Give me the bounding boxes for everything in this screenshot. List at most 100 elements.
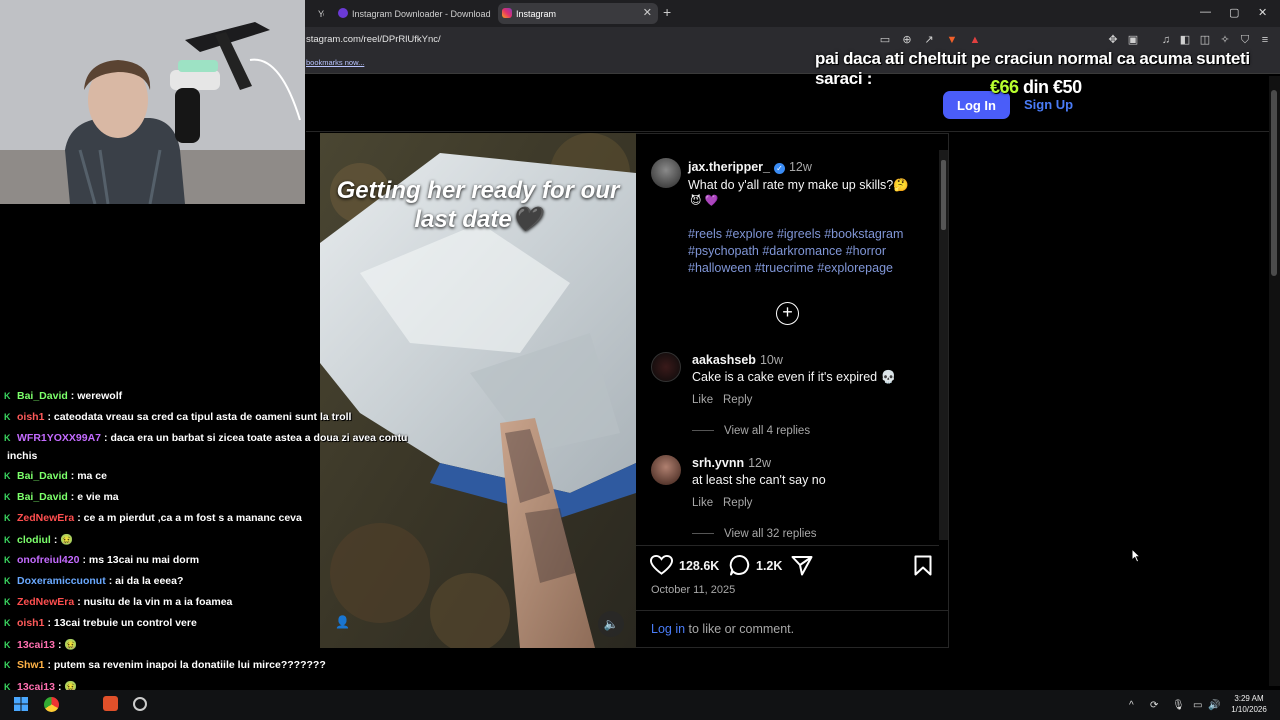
bookmark-icon[interactable] bbox=[914, 555, 932, 582]
comment-time: 12w bbox=[748, 456, 772, 470]
tab-instagram-downloader[interactable]: Instagram Downloader - Download I bbox=[334, 3, 492, 24]
share-icon[interactable]: ↗ bbox=[923, 34, 935, 46]
load-more-icon[interactable]: + bbox=[776, 302, 799, 325]
downloader-favicon-icon bbox=[338, 8, 348, 18]
platform-badge-icon: K bbox=[4, 640, 11, 650]
platform-badge-icon: K bbox=[4, 412, 11, 422]
screen-icon[interactable]: ▭ bbox=[879, 34, 891, 46]
comment-username[interactable]: srh.yvnn bbox=[692, 456, 744, 470]
brave-taskbar-icon[interactable] bbox=[103, 696, 118, 711]
chat-username[interactable]: oish1 bbox=[17, 617, 44, 629]
tray-chevron-icon[interactable]: ^ bbox=[1129, 700, 1134, 711]
ai-icon[interactable]: ✧ bbox=[1219, 34, 1231, 46]
chat-message: Koish1: cateodata vreau sa cred ca tipul… bbox=[4, 411, 351, 423]
comment-icon[interactable] bbox=[729, 554, 751, 582]
video-caption: Getting her ready for our last date🖤 bbox=[336, 177, 620, 233]
chat-username[interactable]: Bai_David bbox=[17, 390, 68, 402]
chat-message: inchis bbox=[4, 450, 37, 462]
chat-text: : 🤢 bbox=[53, 534, 74, 546]
avatar[interactable] bbox=[651, 352, 681, 382]
chrome-icon[interactable] bbox=[44, 697, 59, 712]
post-caption: What do y'all rate my make up skills?🤔 bbox=[688, 178, 909, 192]
extensions-icon[interactable]: ✥ bbox=[1107, 34, 1119, 46]
minimize-icon[interactable]: — bbox=[1200, 6, 1211, 18]
chat-username[interactable]: 13cai13 bbox=[17, 639, 55, 651]
chat-username[interactable]: ZedNewEra bbox=[17, 596, 74, 608]
mute-icon[interactable]: 🔈 bbox=[598, 611, 624, 637]
obs-icon[interactable] bbox=[133, 697, 147, 711]
chat-message: K ZedNewEra: ce a m pierdut ,ca a m fost … bbox=[4, 512, 302, 524]
login-divider bbox=[636, 610, 949, 611]
comment-username[interactable]: aakashseb bbox=[692, 353, 756, 367]
comments-scrollbar-thumb[interactable] bbox=[941, 160, 946, 230]
chat-text: : ce a m pierdut ,ca a m fost s a mananc… bbox=[77, 512, 302, 524]
view-replies-button[interactable]: View all 32 replies bbox=[724, 528, 816, 540]
view-replies-button[interactable]: View all 4 replies bbox=[724, 425, 810, 437]
zoom-icon[interactable]: ⊕ bbox=[901, 34, 913, 46]
chat-message: K Bai_David: werewolf bbox=[4, 390, 122, 402]
chat-message: Konofreiul420: ms 13cai nu mai dorm bbox=[4, 554, 199, 566]
chat-username[interactable]: WFR1YOXX99A7 bbox=[17, 432, 101, 444]
network-icon[interactable]: ▭ bbox=[1193, 700, 1202, 711]
close-tab-icon[interactable]: ✕ bbox=[643, 6, 652, 19]
shield-icon[interactable]: ⛉ bbox=[1239, 34, 1251, 46]
comment-reply-button[interactable]: Reply bbox=[723, 497, 752, 509]
bookmarks-link[interactable]: bookmarks now... bbox=[306, 58, 364, 67]
sidebar-icon[interactable]: ◧ bbox=[1179, 34, 1191, 46]
comment-like-button[interactable]: Like bbox=[692, 497, 713, 509]
chat-username[interactable]: ZedNewEra bbox=[17, 512, 74, 524]
login-link[interactable]: Log in bbox=[651, 622, 685, 636]
post-author[interactable]: jax.theripper_ ✓ 12w bbox=[688, 160, 812, 174]
comment-reply-button[interactable]: Reply bbox=[723, 394, 752, 406]
chat-username[interactable]: Bai_David bbox=[17, 491, 68, 503]
new-tab-icon[interactable]: + bbox=[663, 4, 671, 20]
comment-like-button[interactable]: Like bbox=[692, 394, 713, 406]
url-field[interactable]: stagram.com/reel/DPrRlUfkYnc/ bbox=[306, 34, 441, 45]
chat-text: : ma ce bbox=[70, 470, 107, 482]
sync-icon[interactable]: ⟳ bbox=[1150, 700, 1158, 711]
chat-username[interactable]: Bai_David bbox=[17, 470, 68, 482]
signup-button[interactable]: Sign Up bbox=[1024, 97, 1073, 112]
brave-rewards-icon[interactable]: ▲ bbox=[969, 34, 981, 46]
platform-badge-icon: K bbox=[4, 618, 11, 628]
platform-badge-icon: K bbox=[4, 597, 11, 607]
close-window-icon[interactable]: ✕ bbox=[1258, 6, 1267, 19]
brave-shield-icon[interactable]: ▼ bbox=[946, 34, 958, 46]
heart-icon[interactable] bbox=[649, 554, 674, 582]
webcam-image bbox=[0, 0, 305, 204]
wallet-icon[interactable]: ▣ bbox=[1127, 34, 1139, 46]
chat-text: : 13cai trebuie un control vere bbox=[47, 617, 197, 629]
windows-start-icon[interactable] bbox=[14, 697, 28, 711]
share-post-icon[interactable] bbox=[791, 555, 813, 582]
music-icon[interactable]: ♫ bbox=[1160, 34, 1172, 46]
vpn-icon[interactable]: ◫ bbox=[1199, 34, 1211, 46]
chat-message: Koish1: 13cai trebuie un control vere bbox=[4, 617, 197, 629]
login-prompt: Log in to like or comment. bbox=[651, 622, 794, 636]
post-author-name[interactable]: jax.theripper_ bbox=[688, 160, 770, 174]
platform-badge-icon: K bbox=[4, 471, 11, 481]
chat-text: : ms 13cai nu mai dorm bbox=[82, 554, 200, 566]
taskbar-clock[interactable]: 3:29 AM 1/10/2026 bbox=[1222, 693, 1276, 715]
chat-username[interactable]: Shw1 bbox=[17, 659, 44, 671]
post-caption-emojis: 😈 💜 bbox=[690, 195, 719, 207]
menu-icon[interactable]: ≡ bbox=[1259, 34, 1271, 46]
volume-icon[interactable]: 🔊 bbox=[1208, 700, 1220, 711]
comment-text: at least she can't say no bbox=[692, 473, 826, 487]
chat-text: : 🤢 bbox=[57, 639, 78, 651]
comment-author[interactable]: srh.yvnn 12w bbox=[692, 456, 771, 470]
chat-username[interactable]: clodiul bbox=[17, 534, 51, 546]
avatar[interactable] bbox=[651, 158, 681, 188]
comment-author[interactable]: aakashseb 10w bbox=[692, 353, 783, 367]
post-hashtags[interactable]: #reels #explore #igreels #bookstagram #p… bbox=[688, 226, 928, 277]
header-divider bbox=[306, 131, 1270, 132]
avatar[interactable] bbox=[651, 455, 681, 485]
chat-username[interactable]: oish1 bbox=[17, 411, 44, 423]
chat-username[interactable]: onofreiul420 bbox=[17, 554, 79, 566]
chat-message: K WFR1YOXX99A7: daca era un barbat si zic… bbox=[4, 432, 407, 444]
tab-instagram[interactable]: Instagram ✕ bbox=[498, 3, 658, 24]
chat-username[interactable]: Doxeramiccuonut bbox=[17, 575, 106, 587]
chat-text: : putem sa revenim inapoi la donatiile l… bbox=[47, 659, 326, 671]
page-scrollbar-thumb[interactable] bbox=[1271, 90, 1277, 276]
mic-icon[interactable]: 🎙 bbox=[1172, 700, 1185, 711]
maximize-icon[interactable]: ▢ bbox=[1229, 6, 1239, 19]
